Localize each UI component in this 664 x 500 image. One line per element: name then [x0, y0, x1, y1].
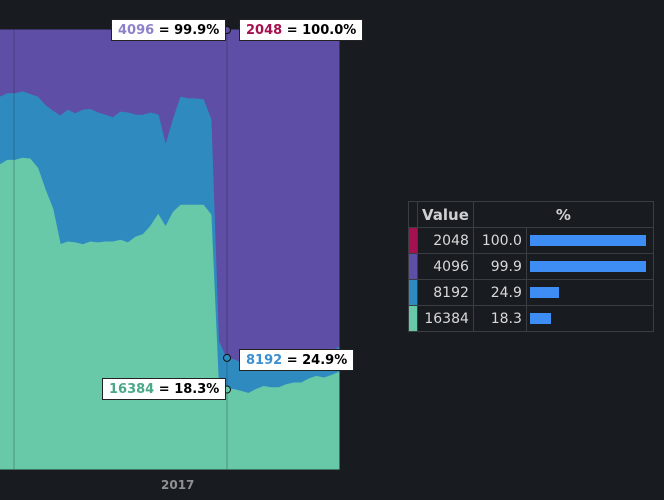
tooltip-8192: 8192 = 24.9%: [239, 349, 355, 371]
legend-swatch-header: [408, 201, 418, 228]
legend-percent-value: 18.3: [472, 305, 527, 332]
tooltip-value: 100.0%: [302, 23, 357, 38]
legend-table: Value % 2048 100.0 4096 99.9 8192 24.9 16384 18…: [408, 201, 654, 332]
legend-percent-bar: [529, 313, 552, 324]
legend-percent-bar: [529, 235, 646, 246]
tooltip-2048: 2048 = 100.0%: [239, 19, 364, 41]
tooltip-value: 99.9%: [174, 23, 220, 38]
legend-series-name: 2048: [417, 227, 474, 254]
legend-swatch: [408, 305, 418, 332]
tooltip-series-name: 8192: [246, 353, 283, 368]
legend-percent-header[interactable]: %: [472, 201, 654, 228]
legend-row-4096[interactable]: 4096 99.9: [408, 253, 654, 280]
tooltip-series-name: 4096: [118, 23, 155, 38]
tooltip-equals: =: [154, 382, 175, 397]
legend-percent-value: 99.9: [472, 253, 527, 280]
legend-bar-cell: [525, 279, 654, 306]
legend-swatch: [408, 253, 418, 280]
legend-percent-bar: [529, 261, 646, 272]
legend-row-8192[interactable]: 8192 24.9: [408, 279, 654, 306]
legend-value-header[interactable]: Value: [417, 201, 474, 228]
legend-percent-value: 24.9: [472, 279, 527, 306]
legend-percent-bar: [529, 287, 559, 298]
legend-row-2048[interactable]: 2048 100.0: [408, 227, 654, 254]
tooltip-series-name: 2048: [246, 23, 283, 38]
tooltip-4096: 4096 = 99.9%: [111, 19, 227, 41]
x-tick-label: 2017: [161, 478, 195, 492]
legend-series-name: 8192: [417, 279, 474, 306]
tooltip-value: 24.9%: [302, 353, 348, 368]
legend-bar-cell: [525, 253, 654, 280]
legend-series-name: 16384: [417, 305, 474, 332]
legend-swatch: [408, 279, 418, 306]
legend-bar-cell: [525, 305, 654, 332]
hover-marker-8192: [223, 353, 231, 362]
legend-bar-cell: [525, 227, 654, 254]
legend-row-16384[interactable]: 16384 18.3: [408, 305, 654, 332]
legend-percent-value: 100.0: [472, 227, 527, 254]
legend-series-name: 4096: [417, 253, 474, 280]
legend-swatch: [408, 227, 418, 254]
tooltip-series-name: 16384: [109, 382, 155, 397]
tooltip-equals: =: [282, 353, 303, 368]
tooltip-16384: 16384 = 18.3%: [102, 378, 227, 400]
tooltip-value: 18.3%: [174, 382, 220, 397]
tooltip-equals: =: [154, 23, 175, 38]
tooltip-equals: =: [282, 23, 303, 38]
